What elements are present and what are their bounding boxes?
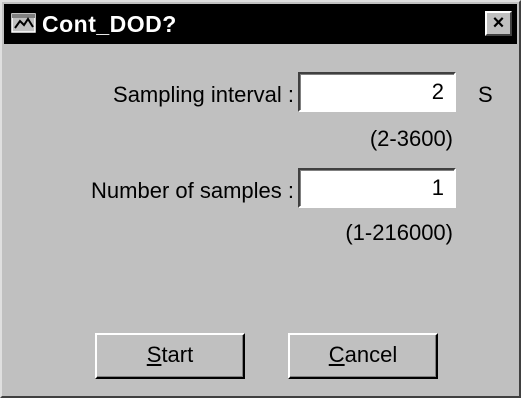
sampling-interval-range: (2-3600) bbox=[369, 126, 453, 151]
cancel-button-label: ancel bbox=[344, 342, 398, 367]
sampling-interval-unit: S bbox=[478, 82, 493, 107]
title-bar[interactable]: Cont_DOD? × bbox=[4, 4, 517, 44]
sampling-interval-label: Sampling interval : bbox=[113, 82, 294, 107]
number-of-samples-input[interactable]: 1 bbox=[298, 168, 456, 208]
start-button-accel: S bbox=[146, 342, 162, 367]
cancel-button-accel: C bbox=[328, 342, 345, 367]
close-icon[interactable]: × bbox=[485, 11, 512, 36]
start-button-label: tart bbox=[161, 342, 194, 367]
number-of-samples-label: Number of samples : bbox=[91, 178, 294, 203]
cancel-button[interactable]: Cancel bbox=[288, 333, 438, 379]
number-of-samples-range: (1-216000) bbox=[345, 220, 453, 245]
dialog-window: Cont_DOD? × Sampling interval : 2 S (2-3… bbox=[0, 0, 521, 398]
sampling-interval-input[interactable]: 2 bbox=[298, 72, 456, 112]
start-button[interactable]: Start bbox=[95, 333, 245, 379]
app-window-icon bbox=[11, 12, 37, 34]
window-title: Cont_DOD? bbox=[42, 11, 177, 37]
